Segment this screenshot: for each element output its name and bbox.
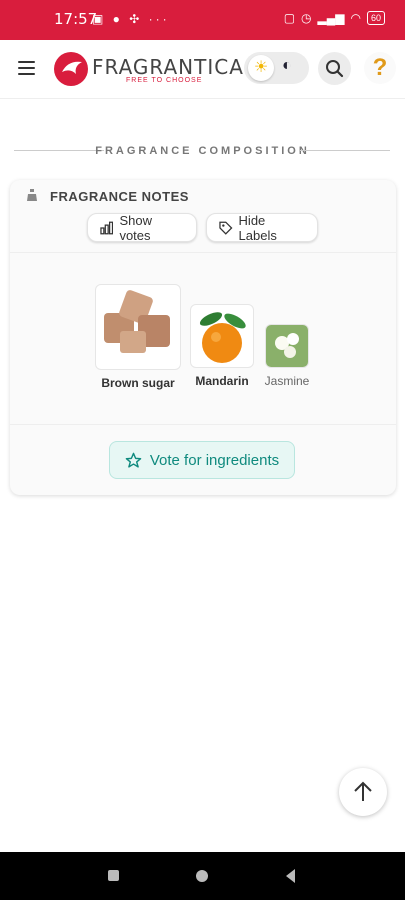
sun-icon: ☀ — [248, 55, 274, 81]
section-heading: FRAGRANCE COMPOSITION — [0, 140, 405, 162]
mandarin-image — [190, 304, 254, 368]
home-icon[interactable] — [196, 870, 208, 882]
status-time: 17:57 — [54, 10, 98, 28]
alarm-icon: ◷ — [301, 11, 312, 25]
system-navigation-bar — [0, 852, 405, 900]
brown-sugar-image — [95, 284, 181, 370]
brand-name[interactable]: FRAGRANTICA — [92, 55, 244, 79]
search-button[interactable] — [318, 52, 351, 85]
signal-icon: ▂▄▆ — [317, 11, 345, 25]
note-label: Mandarin — [195, 374, 249, 388]
system-icons: ▢ ◷ ▂▄▆ ◠ 60 — [284, 11, 385, 25]
note-jasmine[interactable]: Jasmine — [264, 324, 310, 388]
show-votes-label: Show votes — [119, 212, 152, 243]
notes-title: FRAGRANCE NOTES — [50, 189, 189, 204]
app-header: FRAGRANTICA FREE TO CHOOSE ☀ ◐ ? — [0, 40, 405, 99]
card-header: FRAGRANCE NOTES Show votes Hide Labels — [10, 180, 396, 253]
moon-icon: ◐ — [282, 57, 292, 74]
user-avatar[interactable]: ? — [364, 52, 396, 84]
vibrate-icon: ▢ — [283, 11, 296, 25]
hide-labels-label: Hide Labels — [238, 212, 277, 243]
status-bar: 17:57 ▣ ● ✣ ··· ▢ ◷ ▂▄▆ ◠ 60 — [0, 0, 405, 40]
scroll-to-top-button[interactable] — [339, 768, 387, 816]
tag-icon — [219, 221, 233, 235]
notification-icons: ▣ ● ✣ ··· — [92, 12, 170, 26]
bar-chart-icon — [100, 221, 114, 234]
jasmine-image — [265, 324, 309, 368]
star-icon — [125, 452, 142, 468]
fragrance-notes-card: FRAGRANCE NOTES Show votes Hide Labels B… — [10, 180, 396, 495]
show-votes-button[interactable]: Show votes — [87, 212, 197, 243]
card-divider — [10, 424, 396, 425]
divider-right — [300, 150, 390, 151]
perfume-bottle-icon — [27, 189, 37, 201]
brand-tagline: FREE TO CHOOSE — [126, 77, 203, 84]
vote-for-ingredients-button[interactable]: Vote for ingredients — [109, 441, 295, 479]
search-icon — [326, 60, 344, 78]
arrow-up-icon — [354, 781, 372, 801]
wifi-icon: ◠ — [350, 11, 361, 25]
section-title: FRAGRANCE COMPOSITION — [95, 145, 310, 157]
hide-labels-button[interactable]: Hide Labels — [206, 212, 318, 243]
back-icon[interactable] — [286, 869, 295, 883]
fragrantica-logo-icon[interactable] — [54, 52, 88, 86]
note-brown-sugar[interactable]: Brown sugar — [94, 284, 182, 390]
battery-icon: 60 — [366, 11, 385, 25]
note-mandarin[interactable]: Mandarin — [189, 304, 255, 388]
menu-icon[interactable] — [18, 61, 35, 75]
note-label: Brown sugar — [101, 376, 175, 390]
note-label: Jasmine — [264, 374, 310, 388]
recents-icon[interactable] — [108, 870, 119, 881]
vote-label: Vote for ingredients — [149, 451, 280, 469]
theme-toggle[interactable]: ☀ ◐ — [244, 52, 309, 84]
